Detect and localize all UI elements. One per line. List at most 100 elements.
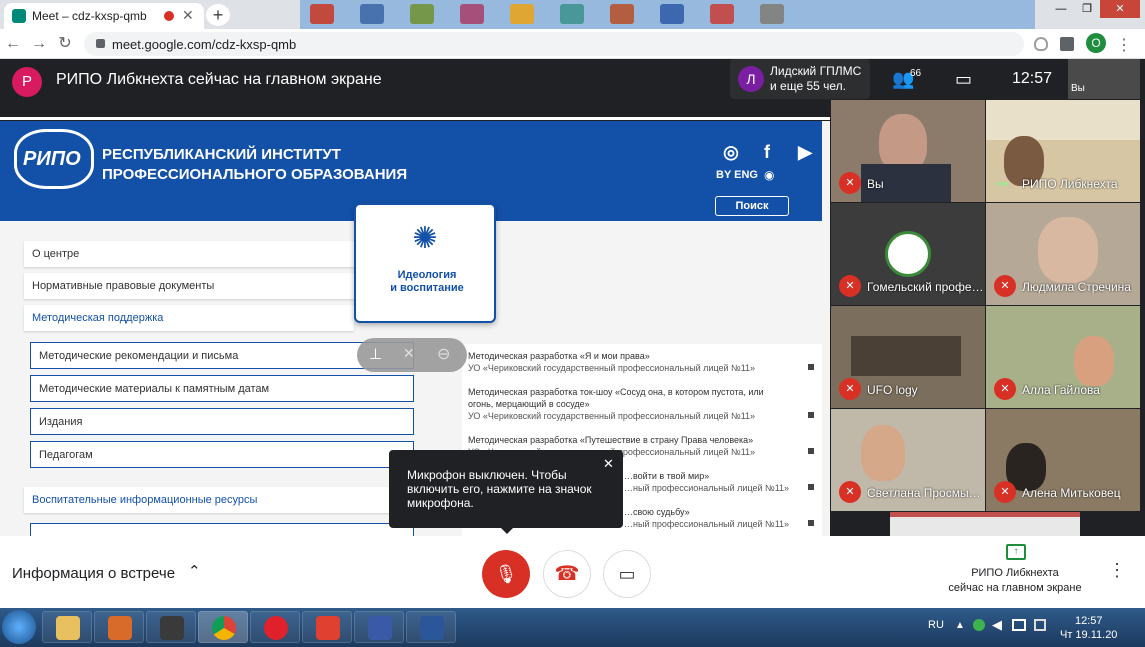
doc-org: УО «Чериковский государственный професси…: [468, 363, 756, 373]
new-tab-button[interactable]: +: [206, 4, 230, 26]
ripo-logo: РИПО: [14, 129, 94, 189]
camera-toggle-button[interactable]: ▭: [603, 550, 651, 598]
taskbar-opera[interactable]: [250, 611, 300, 643]
app-icon: [316, 616, 340, 640]
forward-button[interactable]: →: [28, 33, 50, 55]
menu-item: Методическая поддержка: [24, 305, 354, 331]
shield-extension-icon[interactable]: [1034, 37, 1048, 51]
doc-item: …свою судьбу» …ный профессиональный лице…: [624, 506, 789, 530]
antivirus-icon[interactable]: [973, 619, 985, 631]
more-options-button[interactable]: ⋮: [1108, 560, 1126, 581]
doc-title: …войти в твой мир»: [624, 471, 710, 481]
app-icon: [160, 616, 184, 640]
app-icon: [310, 4, 334, 24]
site-name-line2: ПРОФЕССИОНАЛЬНОГО ОБРАЗОВАНИЯ: [102, 166, 408, 183]
tray-expand-icon[interactable]: ▲: [955, 620, 965, 631]
participant-tile[interactable]: ✕ Алла Гайлова: [986, 306, 1140, 408]
logo-text: РИПО: [23, 148, 81, 170]
profile-avatar[interactable]: O: [1086, 33, 1106, 53]
speaker-chip[interactable]: Л Лидский ГПЛМС и еще 55 чел.: [730, 59, 870, 99]
doc-title: Методическая разработка «Путешествие в с…: [468, 435, 754, 445]
download-icon: [808, 364, 814, 370]
taskbar-chrome[interactable]: [198, 611, 248, 643]
taskbar-app[interactable]: [146, 611, 196, 643]
taskbar-app[interactable]: [94, 611, 144, 643]
tray-clock[interactable]: 12:57 Чт 19.11.20: [1060, 614, 1117, 642]
lock-icon: [96, 39, 105, 48]
presenting-status: РИПО Либкнехта сейчас на главном экране: [930, 566, 1100, 596]
presenting-status-line1: РИПО Либкнехта: [971, 567, 1059, 579]
site-name-line1: РЕСПУБЛИКАНСКИЙ ИНСТИТУТ: [102, 146, 341, 163]
remove-icon[interactable]: ⊖: [437, 344, 450, 364]
pin-icon[interactable]: ⊥: [369, 345, 382, 363]
participant-name: Людмила Стречина: [1022, 280, 1131, 294]
tooltip-close-icon[interactable]: ✕: [603, 456, 614, 472]
omnibox[interactable]: meet.google.com/cdz-kxsp-qmb: [84, 32, 1024, 56]
doc-item: …войти в твой мир» …ный профессиональный…: [624, 470, 789, 494]
mic-off-icon: ✕: [994, 275, 1016, 297]
tray-date: Чт 19.11.20: [1060, 629, 1118, 641]
puzzle-extensions-icon[interactable]: [1060, 37, 1074, 51]
mic-off-icon: ✕: [839, 275, 861, 297]
mute-icon[interactable]: ✕: [403, 345, 415, 362]
doc-title: Методическая разработка ток-шоу «Сосуд о…: [468, 387, 764, 409]
back-button[interactable]: ←: [2, 33, 24, 55]
taskbar-app[interactable]: [354, 611, 404, 643]
notification-icon[interactable]: [1034, 619, 1046, 631]
volume-icon[interactable]: ◀: [992, 617, 1002, 633]
app-icon: [510, 4, 534, 24]
browser-menu-icon[interactable]: ⋮: [1116, 35, 1132, 55]
mic-off-icon: ✕: [994, 378, 1016, 400]
self-view-thumbnail[interactable]: Вы: [1068, 59, 1140, 99]
tab-close-icon[interactable]: ✕: [182, 7, 194, 24]
participant-video: [1038, 217, 1098, 283]
doc-item: Методическая разработка ток-шоу «Сосуд о…: [468, 386, 784, 422]
reload-button[interactable]: ↻: [54, 33, 76, 55]
speaker-avatar: Л: [738, 66, 764, 92]
maximize-button[interactable]: ❐: [1074, 0, 1100, 18]
participant-tile[interactable]: ✕ Алена Митьковец: [986, 409, 1140, 511]
app-icon: [610, 4, 634, 24]
taskbar-explorer[interactable]: [42, 611, 92, 643]
start-button[interactable]: [2, 610, 36, 644]
participant-tile[interactable]: ✕ Людмила Стречина: [986, 203, 1140, 305]
taskbar-app[interactable]: [302, 611, 352, 643]
presentation-thumbnail[interactable]: [890, 512, 1080, 536]
mic-off-icon: ✕: [839, 481, 861, 503]
chat-icon[interactable]: ▭: [955, 69, 972, 90]
window-close-button[interactable]: ✕: [1100, 0, 1140, 18]
chevron-up-icon[interactable]: ⌃: [188, 562, 201, 580]
people-count: 66: [910, 68, 922, 79]
meeting-info-button[interactable]: Информация о встрече: [12, 565, 175, 582]
tooltip-arrow: [499, 526, 515, 534]
eye-icon: ◉: [764, 168, 775, 182]
card-label: Идеология и воспитание: [362, 269, 492, 295]
url-text: meet.google.com/cdz-kxsp-qmb: [112, 37, 297, 52]
participant-tile[interactable]: ••• РИПО Либкнехта: [986, 100, 1140, 202]
taskbar-word[interactable]: [406, 611, 456, 643]
input-language[interactable]: RU: [928, 619, 944, 631]
hang-up-button[interactable]: ☎: [543, 550, 591, 598]
participant-tile[interactable]: ✕ Гомельский профе…: [831, 203, 985, 305]
background-window-strip: [300, 0, 1035, 29]
download-icon: [808, 448, 814, 454]
participant-video: [861, 425, 905, 481]
tab-meet[interactable]: Meet – cdz-kxsp-qmb ✕: [4, 3, 204, 29]
network-icon[interactable]: [1012, 619, 1026, 631]
speaking-dots-icon: •••: [996, 177, 1009, 191]
present-screen-icon[interactable]: ↑: [1006, 544, 1026, 560]
submenu-item: Методические материалы к памятным датам: [30, 375, 414, 402]
self-view-label: Вы: [1071, 83, 1085, 94]
participant-name: Алла Гайлова: [1022, 383, 1100, 397]
participant-tile[interactable]: ✕ UFO logy: [831, 306, 985, 408]
microphone-toggle-button[interactable]: 🎙: [482, 550, 530, 598]
doc-org: …ный профессиональный лицей №11»: [624, 483, 790, 493]
app-icon: [108, 616, 132, 640]
participant-tile[interactable]: ✕ Светлана Просмы…: [831, 409, 985, 511]
speaker-names: Лидский ГПЛМС и еще 55 чел.: [770, 64, 861, 94]
participant-tile[interactable]: ✕ Вы: [831, 100, 985, 202]
meeting-clock: 12:57: [1012, 70, 1053, 87]
download-icon: [808, 520, 814, 526]
minimize-button[interactable]: —: [1048, 0, 1074, 18]
meet-control-bar: Информация о встрече ⌃ 🎙 ☎ ▭ ↑ РИПО Либк…: [0, 536, 1145, 608]
